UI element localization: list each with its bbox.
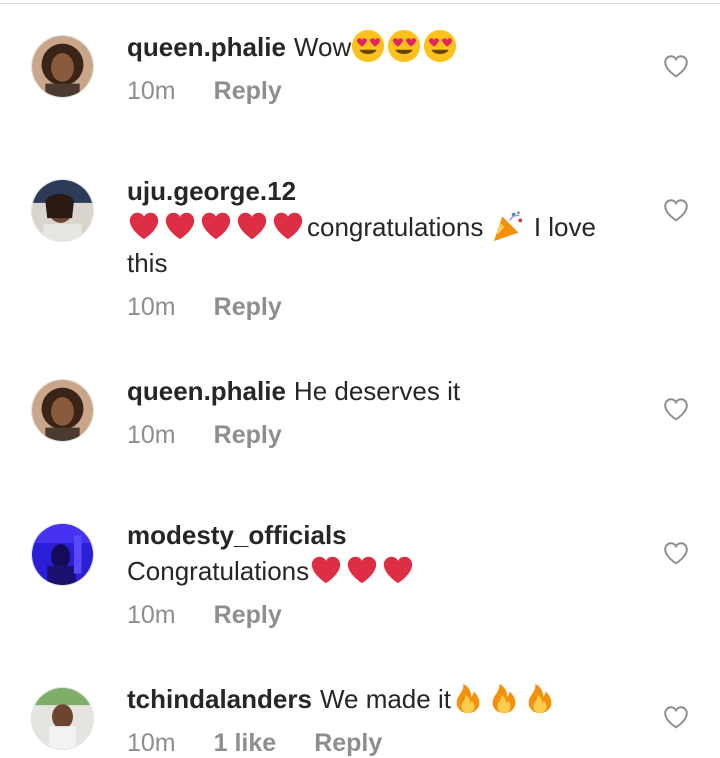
heart-eyes-icon bbox=[423, 29, 457, 63]
reply-button[interactable]: Reply bbox=[214, 421, 282, 449]
red-heart-icon bbox=[381, 553, 415, 587]
comment-message: Congratulations bbox=[127, 556, 310, 586]
fire-icon bbox=[523, 681, 557, 715]
red-heart-icon bbox=[345, 553, 379, 587]
comment-text: uju.george.12 congratulations I love this bbox=[127, 176, 632, 281]
heart-outline-icon[interactable] bbox=[663, 541, 689, 565]
comment-time: 10m bbox=[127, 293, 176, 321]
heart-outline-icon[interactable] bbox=[663, 198, 689, 222]
red-heart-icon bbox=[127, 209, 161, 243]
top-divider bbox=[0, 3, 720, 4]
comment-message: He deserves it bbox=[293, 376, 461, 406]
heart-outline-icon[interactable] bbox=[663, 54, 689, 78]
red-heart-icon bbox=[199, 209, 233, 243]
red-heart-icon bbox=[163, 209, 197, 243]
comment-time: 10m bbox=[127, 601, 176, 629]
heart-eyes-icon bbox=[387, 29, 421, 63]
likes-count[interactable]: 1 like bbox=[214, 729, 277, 757]
comment-meta: 10m Reply bbox=[127, 293, 320, 322]
comment-meta: 10m Reply bbox=[127, 601, 320, 630]
fire-icon bbox=[451, 681, 485, 715]
fire-icon bbox=[487, 681, 521, 715]
comment-username[interactable]: uju.george.12 bbox=[127, 173, 296, 209]
avatar[interactable] bbox=[31, 379, 94, 442]
comment-message: We made it bbox=[319, 684, 451, 714]
red-heart-icon bbox=[309, 553, 343, 587]
reply-button[interactable]: Reply bbox=[214, 293, 282, 321]
comment-text: queen.phalie He deserves it bbox=[127, 373, 632, 409]
comment-username[interactable]: queen.phalie bbox=[127, 376, 286, 406]
comment-text: queen.phalie Wow bbox=[127, 29, 632, 65]
comment-username[interactable]: modesty_officials bbox=[127, 517, 632, 553]
comment-message: Wow bbox=[293, 32, 352, 62]
reply-button[interactable]: Reply bbox=[214, 77, 282, 105]
heart-outline-icon[interactable] bbox=[663, 705, 689, 729]
comment-time: 10m bbox=[127, 421, 176, 449]
avatar[interactable] bbox=[31, 687, 94, 750]
comment-username[interactable]: tchindalanders bbox=[127, 684, 312, 714]
avatar[interactable] bbox=[31, 523, 94, 586]
comment-time: 10m bbox=[127, 77, 176, 105]
avatar[interactable] bbox=[31, 179, 94, 242]
comment-meta: 10m Reply bbox=[127, 77, 320, 106]
comment-text: modesty_officials Congratulations bbox=[127, 517, 632, 589]
party-popper-icon bbox=[491, 209, 525, 243]
heart-eyes-icon bbox=[351, 29, 385, 63]
red-heart-icon bbox=[271, 209, 305, 243]
heart-outline-icon[interactable] bbox=[663, 397, 689, 421]
comment-text: tchindalanders We made it bbox=[127, 681, 632, 717]
comment-meta: 10m Reply bbox=[127, 421, 320, 450]
reply-button[interactable]: Reply bbox=[214, 601, 282, 629]
comment-message: congratulations bbox=[307, 212, 484, 242]
comment-time: 10m bbox=[127, 729, 176, 757]
comment-username[interactable]: queen.phalie bbox=[127, 32, 286, 62]
reply-button[interactable]: Reply bbox=[314, 729, 382, 757]
avatar[interactable] bbox=[31, 35, 94, 98]
red-heart-icon bbox=[235, 209, 269, 243]
